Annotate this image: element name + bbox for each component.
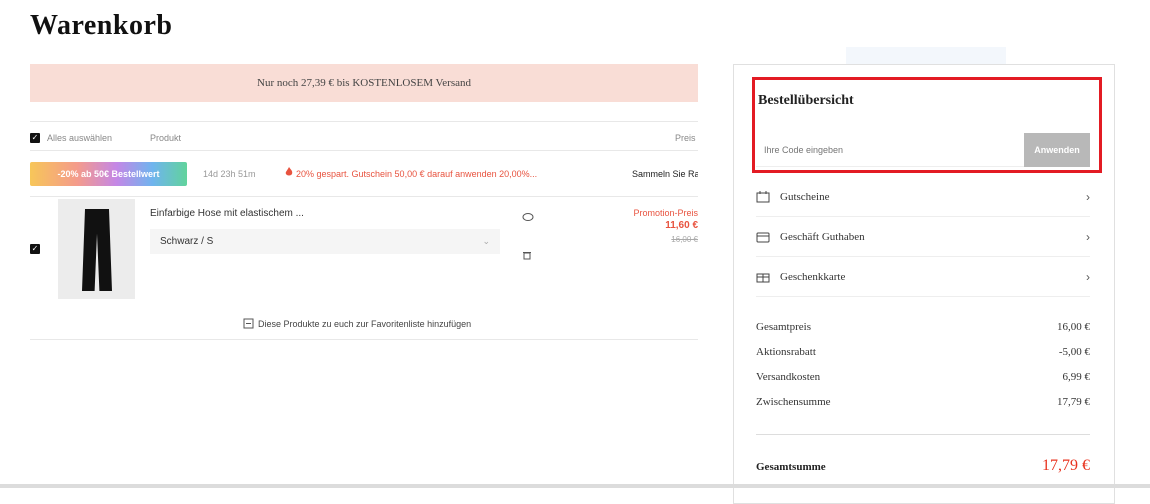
price-column-header: Preis	[675, 133, 696, 143]
favorites-icon	[243, 318, 254, 329]
page-title: Warenkorb	[30, 10, 173, 41]
shipping-row: Versandkosten 6,99 €	[756, 371, 1090, 383]
items-bottom-divider	[30, 339, 698, 340]
product-column-header: Produkt	[150, 133, 182, 143]
grand-total-value: 17,79 €	[1042, 457, 1090, 474]
promo-message[interactable]: 20% gespart. Gutschein 50,00 € darauf an…	[296, 169, 537, 179]
header-divider-bottom	[30, 150, 698, 151]
pants-image	[82, 209, 112, 291]
summary-row-label: Aktionsrabatt	[756, 346, 816, 358]
gift-card-row[interactable]: Geschenkkarte ›	[756, 257, 1090, 297]
select-all-checkbox[interactable]: ✓	[30, 133, 40, 143]
free-shipping-banner: Nur noch 27,39 € bis KOSTENLOSEM Versand	[30, 64, 698, 102]
promo-badge[interactable]: -20% ab 50€ Bestellwert	[30, 162, 187, 186]
coupon-code-input[interactable]	[756, 133, 1024, 167]
size-value: Schwarz / S	[160, 236, 214, 247]
coupon-icon	[756, 190, 772, 204]
wallet-icon	[756, 230, 772, 244]
item-price: 11,60 €	[665, 220, 698, 231]
interim-total-row: Zwischensumme 17,79 €	[756, 396, 1090, 408]
store-credit-label: Geschäft Guthaben	[780, 230, 865, 243]
tooltip-ghost	[846, 47, 1006, 65]
check-icon: ✓	[30, 133, 40, 143]
summary-divider	[756, 434, 1090, 435]
grand-total-label: Gesamtsumme	[756, 461, 826, 473]
size-select[interactable]: Schwarz / S ⌄	[150, 229, 500, 254]
summary-row-value: 6,99 €	[1062, 371, 1091, 383]
coupons-label: Gutscheine	[780, 190, 830, 203]
subtotal-row: Gesamtpreis 16,00 €	[756, 321, 1090, 333]
coupons-row[interactable]: Gutscheine ›	[756, 177, 1090, 217]
order-summary-panel: Bestellübersicht Anwenden Gutscheine › G…	[733, 64, 1115, 504]
store-credit-row[interactable]: Geschäft Guthaben ›	[756, 217, 1090, 257]
collect-discount-link[interactable]: Sammeln Sie Rabatt	[632, 169, 698, 179]
gift-icon	[756, 270, 772, 284]
trash-icon[interactable]	[522, 250, 532, 260]
gift-card-label: Geschenkkarte	[780, 270, 846, 283]
discount-row: Aktionsrabatt -5,00 €	[756, 346, 1090, 358]
chevron-right-icon: ›	[1086, 189, 1090, 204]
summary-row-value: 16,00 €	[1057, 321, 1090, 333]
apply-code-button[interactable]: Anwenden	[1024, 133, 1090, 167]
promo-divider	[30, 196, 698, 197]
check-icon: ✓	[30, 244, 40, 254]
item-checkbox[interactable]: ✓	[30, 244, 40, 254]
summary-title: Bestellübersicht	[758, 93, 854, 108]
flame-icon	[285, 167, 293, 177]
promotion-price-label: Promotion-Preis	[633, 208, 698, 218]
summary-row-label: Versandkosten	[756, 371, 821, 383]
select-all-label[interactable]: Alles auswählen	[47, 133, 112, 143]
move-to-favorites-link[interactable]: Diese Produkte zu euch zur Favoritenlist…	[258, 319, 471, 329]
chevron-down-icon: ⌄	[482, 236, 490, 246]
heart-icon[interactable]	[522, 212, 534, 222]
summary-row-value: 17,79 €	[1057, 396, 1090, 408]
chevron-right-icon: ›	[1086, 269, 1090, 284]
item-old-price: 16,00 €	[671, 235, 698, 244]
promo-timer: 14d 23h 51m	[203, 169, 256, 179]
summary-row-label: Gesamtpreis	[756, 321, 811, 333]
summary-row-value: -5,00 €	[1058, 346, 1090, 358]
summary-row-label: Zwischensumme	[756, 396, 831, 408]
horizontal-scrollbar[interactable]	[0, 484, 1150, 488]
grand-total-row: Gesamtsumme 17,79 €	[756, 457, 1090, 475]
chevron-right-icon: ›	[1086, 229, 1090, 244]
header-divider	[30, 121, 698, 122]
product-image[interactable]	[58, 199, 135, 299]
product-name[interactable]: Einfarbige Hose mit elastischem ...	[150, 208, 304, 219]
